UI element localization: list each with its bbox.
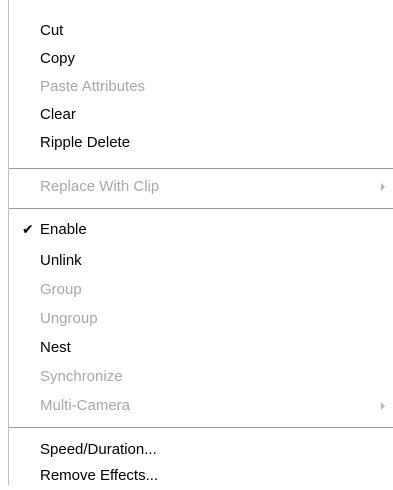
menu-item-remove-effects[interactable]: Remove Effects... xyxy=(0,462,393,490)
menu-item-nest[interactable]: Nest xyxy=(0,334,393,362)
menu-separator xyxy=(9,208,393,209)
menu-item-copy[interactable]: Copy xyxy=(0,45,393,73)
menu-item-label: Unlink xyxy=(40,252,82,269)
submenu-arrow-icon xyxy=(381,183,385,191)
menu-separator xyxy=(9,168,393,169)
menu-item-ripple-delete[interactable]: Ripple Delete xyxy=(0,129,393,157)
checkmark-icon: ✔ xyxy=(22,222,34,238)
menu-item-label: Replace With Clip xyxy=(40,178,160,195)
menu-item-paste-attributes: Paste Attributes xyxy=(0,73,393,101)
menu-item-unlink[interactable]: Unlink xyxy=(0,247,393,275)
menu-item-label: Cut xyxy=(40,22,64,39)
menu-item-group: Group xyxy=(0,276,393,304)
menu-item-label: Multi-Camera xyxy=(40,397,131,414)
context-menu: Cut Copy Paste Attributes Clear Ripple D… xyxy=(0,0,393,485)
menu-item-ungroup: Ungroup xyxy=(0,305,393,333)
menu-item-label: Enable xyxy=(40,221,87,238)
menu-item-label: Speed/Duration... xyxy=(40,441,157,458)
menu-item-speed-duration[interactable]: Speed/Duration... xyxy=(0,436,393,464)
menu-item-cut[interactable]: Cut xyxy=(0,17,393,45)
submenu-arrow-icon xyxy=(381,402,385,410)
menu-item-label: Ungroup xyxy=(40,310,98,327)
menu-item-enable[interactable]: ✔ Enable xyxy=(0,216,393,244)
menu-item-replace-with-clip: Replace With Clip xyxy=(0,173,393,201)
menu-item-label: Paste Attributes xyxy=(40,78,146,95)
menu-item-label: Nest xyxy=(40,339,71,356)
menu-item-clear[interactable]: Clear xyxy=(0,101,393,129)
menu-separator xyxy=(9,427,393,428)
menu-item-label: Remove Effects... xyxy=(40,467,159,484)
menu-item-label: Copy xyxy=(40,50,76,67)
menu-item-multi-camera: Multi-Camera xyxy=(0,392,393,420)
menu-item-label: Ripple Delete xyxy=(40,134,131,151)
menu-item-label: Synchronize xyxy=(40,368,123,385)
menu-item-synchronize: Synchronize xyxy=(0,363,393,391)
menu-item-label: Clear xyxy=(40,106,76,123)
menu-item-label: Group xyxy=(40,281,82,298)
